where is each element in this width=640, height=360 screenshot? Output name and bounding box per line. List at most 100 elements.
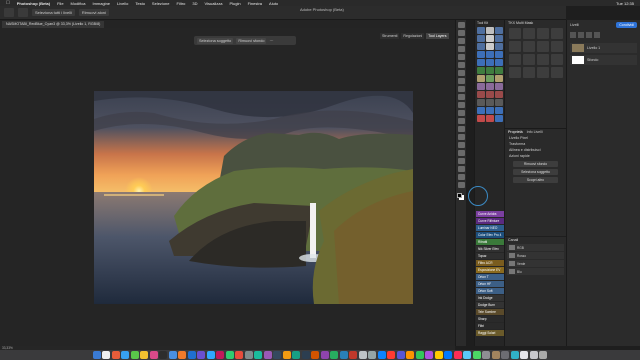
toolkit-btn[interactable] (495, 107, 503, 114)
menu-item-edit[interactable]: Modifica (71, 1, 86, 6)
channel-row[interactable]: Verde (507, 260, 564, 267)
eyedropper-tool-icon[interactable] (457, 70, 465, 76)
toolkit-action-item[interactable]: Ink Dodge (476, 295, 504, 301)
menu-item-image[interactable]: Immagine (92, 1, 110, 6)
toolkit-btn[interactable] (477, 35, 485, 42)
dock-app-icon[interactable] (216, 351, 225, 359)
dock-app-icon[interactable] (339, 351, 348, 359)
dock-app-icon[interactable] (444, 351, 453, 359)
toolkit-action-item[interactable]: Orton HF (476, 281, 504, 287)
toolkit-action-item[interactable]: Orton T (476, 274, 504, 280)
marquee-tool-icon[interactable] (457, 30, 465, 36)
quick-select-tool-icon[interactable] (457, 46, 465, 52)
menu-item-help[interactable]: Aiuto (269, 1, 278, 6)
dock-app-icon[interactable] (206, 351, 215, 359)
toolkit-btn[interactable] (495, 83, 503, 90)
toolkit-action-item[interactable]: Curve Rifinture (476, 218, 504, 224)
dock-app-icon[interactable] (330, 351, 339, 359)
hand-tool-icon[interactable] (457, 174, 465, 180)
dock-app-icon[interactable] (387, 351, 396, 359)
dock-app-icon[interactable] (377, 351, 386, 359)
dock-app-icon[interactable] (453, 351, 462, 359)
toolkit-action-item[interactable]: Ritratti (476, 239, 504, 245)
toolkit-btn[interactable] (495, 115, 503, 122)
toolkit-action-item[interactable]: Orton Soft (476, 288, 504, 294)
dock-app-icon[interactable] (273, 351, 282, 359)
toolkit-action-item[interactable]: Nik Silver Efex (476, 246, 504, 252)
select-subject-button[interactable]: Seleziona soggetto (197, 37, 234, 44)
dock-app-icon[interactable] (225, 351, 234, 359)
share-button[interactable]: Condividi (616, 21, 637, 28)
dock-app-icon[interactable] (472, 351, 481, 359)
healing-tool-icon[interactable] (457, 78, 465, 84)
menu-item-type[interactable]: Testo (135, 1, 145, 6)
toolkit-action-item[interactable]: Sharp (476, 316, 504, 322)
select-all-layers-option[interactable]: Seleziona tutti i livelli (32, 9, 75, 16)
dock-app-icon[interactable] (510, 351, 519, 359)
toolkit-btn[interactable] (486, 35, 494, 42)
toolkit-btn[interactable] (477, 27, 485, 34)
toolkit-btn[interactable] (486, 91, 494, 98)
tkx-btn[interactable] (509, 67, 521, 78)
toolkit-action-item[interactable]: Topaz (476, 253, 504, 259)
tkx-btn[interactable] (551, 28, 563, 39)
dock-app-icon[interactable] (92, 351, 101, 359)
toolkit-btn[interactable] (495, 99, 503, 106)
dock-app-icon[interactable] (529, 351, 538, 359)
filter-icon[interactable] (570, 32, 576, 38)
toolkit-btn[interactable] (495, 91, 503, 98)
brush-tool-icon[interactable] (457, 86, 465, 92)
toolkit-btn[interactable] (486, 75, 494, 82)
fill-icon[interactable] (594, 32, 600, 38)
toolkit-btn[interactable] (477, 91, 485, 98)
dock-app-icon[interactable] (140, 351, 149, 359)
toolkit-btn[interactable] (486, 27, 494, 34)
eraser-tool-icon[interactable] (457, 110, 465, 116)
dodge-tool-icon[interactable] (457, 134, 465, 140)
toolkit-action-item[interactable]: Tele Sombre (476, 309, 504, 315)
tkx-btn[interactable] (523, 41, 535, 52)
home-icon[interactable] (4, 8, 14, 17)
stamp-tool-icon[interactable] (457, 94, 465, 100)
tab-properties[interactable]: Proprietà (508, 130, 523, 134)
dock-app-icon[interactable] (111, 351, 120, 359)
tkx-btn[interactable] (537, 54, 549, 65)
toolkit-btn[interactable] (495, 43, 503, 50)
tkx-btn[interactable] (551, 54, 563, 65)
dock-app-icon[interactable] (263, 351, 272, 359)
tkx-btn[interactable] (523, 54, 535, 65)
toolkit-btn[interactable] (486, 107, 494, 114)
document-tab[interactable]: NASMOTABI_RedBlue_Cyan3 @ 33,3% (Livello… (2, 21, 105, 28)
tkx-btn[interactable] (551, 67, 563, 78)
frame-tool-icon[interactable] (457, 62, 465, 68)
dock-app-icon[interactable] (434, 351, 443, 359)
toolkit-btn[interactable] (486, 115, 494, 122)
menu-item-layer[interactable]: Livello (117, 1, 128, 6)
toolkit-btn[interactable] (486, 99, 494, 106)
dock-app-icon[interactable] (406, 351, 415, 359)
tkx-btn[interactable] (509, 28, 521, 39)
toolkit-btn[interactable] (477, 99, 485, 106)
toolkit-action-item[interactable]: Esposizione EV (476, 267, 504, 273)
menu-item-file[interactable]: File (57, 1, 63, 6)
toolkit-btn[interactable] (486, 67, 494, 74)
dock-app-icon[interactable] (539, 351, 548, 359)
blur-tool-icon[interactable] (457, 126, 465, 132)
dock-app-icon[interactable] (130, 351, 139, 359)
toolkit-btn[interactable] (477, 67, 485, 74)
toolkit-btn[interactable] (486, 43, 494, 50)
dock-app-icon[interactable] (415, 351, 424, 359)
toolkit-action-item[interactable]: Raggi Solari (476, 330, 504, 336)
more-options-icon[interactable]: ⋯ (269, 38, 273, 43)
toolkit-action-item[interactable]: Dodge Burn (476, 302, 504, 308)
foreground-color-swatch[interactable] (457, 193, 462, 198)
path-select-tool-icon[interactable] (457, 158, 465, 164)
menu-app-name[interactable]: Photoshop (Beta) (17, 1, 50, 6)
history-brush-icon[interactable] (457, 102, 465, 108)
toolkit-btn[interactable] (495, 35, 503, 42)
lasso-tool-icon[interactable] (457, 38, 465, 44)
dock-app-icon[interactable] (425, 351, 434, 359)
lock-icon[interactable] (578, 32, 584, 38)
dock-app-icon[interactable] (187, 351, 196, 359)
toolkit-btn[interactable] (477, 75, 485, 82)
